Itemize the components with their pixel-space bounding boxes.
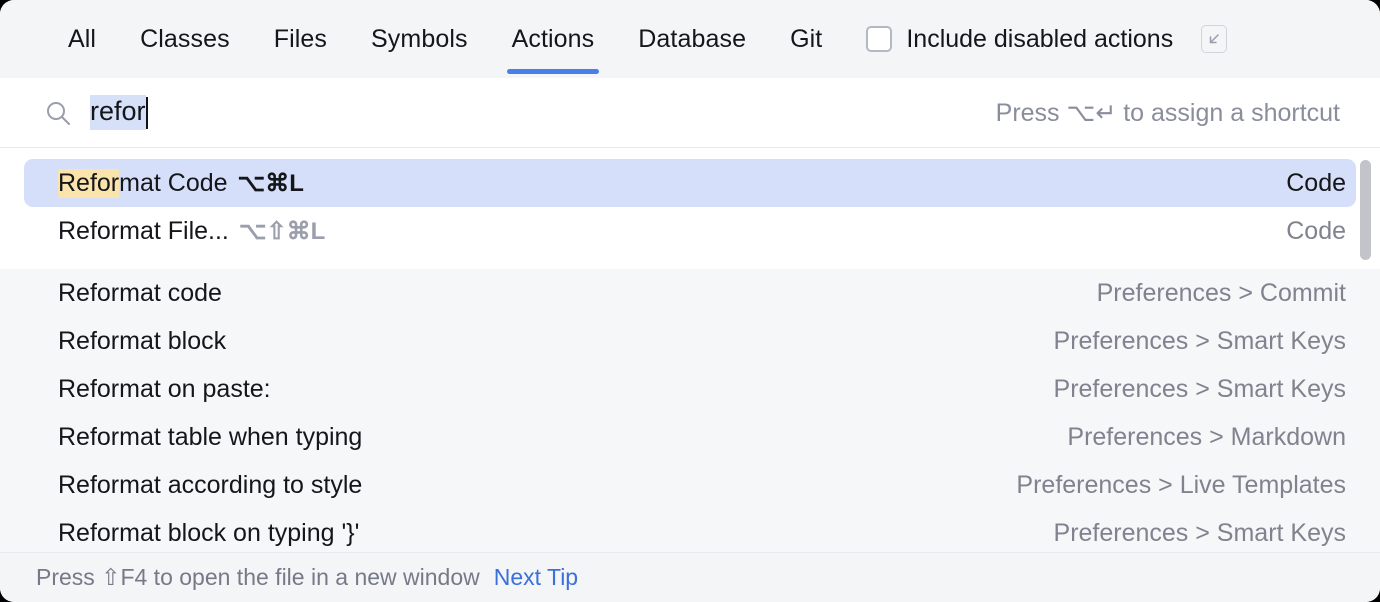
result-title: Reformat File... ⌥⇧⌘L [58, 217, 325, 246]
tab-git[interactable]: Git [768, 0, 844, 78]
result-row-reformat-code-commit[interactable]: Reformat code Preferences > Commit [0, 269, 1380, 317]
result-location: Preferences > Smart Keys [1054, 327, 1346, 356]
result-location: Preferences > Smart Keys [1054, 375, 1346, 404]
result-shortcut: ⌥⌘L [238, 169, 304, 198]
result-location: Preferences > Markdown [1067, 423, 1346, 452]
tab-all[interactable]: All [46, 0, 118, 78]
arrow-down-left-icon [1206, 31, 1222, 47]
checkbox-unchecked-icon[interactable] [866, 26, 892, 52]
tab-bar: All Classes Files Symbols Actions Databa… [0, 0, 1380, 78]
result-location: Preferences > Live Templates [1016, 471, 1346, 500]
tab-label: Git [790, 25, 822, 54]
assign-shortcut-hint: Press ⌥↵ to assign a shortcut [996, 98, 1340, 128]
tab-label: Classes [140, 25, 230, 54]
result-location: Code [1286, 169, 1346, 198]
results-group-secondary: Reformat code Preferences > Commit Refor… [0, 269, 1380, 552]
result-row-reformat-code[interactable]: Reformat Code ⌥⌘L Code [24, 159, 1356, 207]
result-title: Reformat block on typing '}' [58, 519, 359, 548]
footer-tip-text: Press ⇧F4 to open the file in a new wind… [36, 564, 480, 591]
results-group-primary: Reformat Code ⌥⌘L Code Reformat File... ⌥⇧… [0, 148, 1380, 269]
collapse-button[interactable] [1201, 25, 1227, 53]
result-location: Preferences > Commit [1097, 279, 1346, 308]
result-title: Reformat according to style [58, 471, 362, 500]
footer-tip-bar: Press ⇧F4 to open the file in a new wind… [0, 552, 1380, 602]
tab-classes[interactable]: Classes [118, 0, 252, 78]
tab-label: Symbols [371, 25, 468, 54]
tab-files[interactable]: Files [252, 0, 349, 78]
result-location: Code [1286, 217, 1346, 246]
result-title: Reformat on paste: [58, 375, 271, 404]
tab-label: Files [274, 25, 327, 54]
result-title: Reformat code [58, 279, 222, 308]
result-row-reformat-according-to-style[interactable]: Reformat according to style Preferences … [0, 461, 1380, 509]
next-tip-link[interactable]: Next Tip [494, 564, 578, 591]
search-input[interactable]: refor [90, 93, 996, 133]
result-row-reformat-table-when-typing[interactable]: Reformat table when typing Preferences >… [0, 413, 1380, 461]
tab-symbols[interactable]: Symbols [349, 0, 490, 78]
search-everywhere-dialog: All Classes Files Symbols Actions Databa… [0, 0, 1380, 602]
result-row-reformat-block-on-typing[interactable]: Reformat block on typing '}' Preferences… [0, 509, 1380, 552]
result-row-reformat-block[interactable]: Reformat block Preferences > Smart Keys [0, 317, 1380, 365]
text-caret [146, 97, 148, 129]
search-icon [44, 99, 72, 127]
tab-label: Actions [512, 25, 595, 54]
tab-actions[interactable]: Actions [490, 0, 617, 78]
result-row-reformat-on-paste[interactable]: Reformat on paste: Preferences > Smart K… [0, 365, 1380, 413]
result-title: Reformat block [58, 327, 226, 356]
include-disabled-actions-label: Include disabled actions [906, 25, 1173, 54]
results-scrollbar-thumb[interactable] [1360, 160, 1371, 260]
tab-database[interactable]: Database [616, 0, 768, 78]
tab-label: All [68, 25, 96, 54]
tab-bar-inner: All Classes Files Symbols Actions Databa… [0, 0, 1380, 78]
search-bar[interactable]: refor Press ⌥↵ to assign a shortcut [0, 78, 1380, 148]
result-shortcut: ⌥⇧⌘L [239, 217, 325, 246]
result-title-match: Refor [58, 169, 119, 198]
tab-label: Database [638, 25, 746, 54]
result-title-rest: mat Code [119, 169, 227, 198]
results-scrollbar[interactable] [1358, 148, 1372, 552]
result-title: Reformat Code ⌥⌘L [58, 169, 304, 198]
result-title: Reformat table when typing [58, 423, 362, 452]
result-title-rest: Reformat File... [58, 217, 229, 246]
tab-active-underline [507, 69, 600, 74]
results-list[interactable]: Reformat Code ⌥⌘L Code Reformat File... ⌥⇧… [0, 148, 1380, 552]
include-disabled-actions-checkbox[interactable]: Include disabled actions [866, 0, 1173, 78]
result-location: Preferences > Smart Keys [1054, 519, 1346, 548]
result-row-reformat-file[interactable]: Reformat File... ⌥⇧⌘L Code [0, 207, 1380, 255]
search-input-value: refor [90, 95, 146, 130]
